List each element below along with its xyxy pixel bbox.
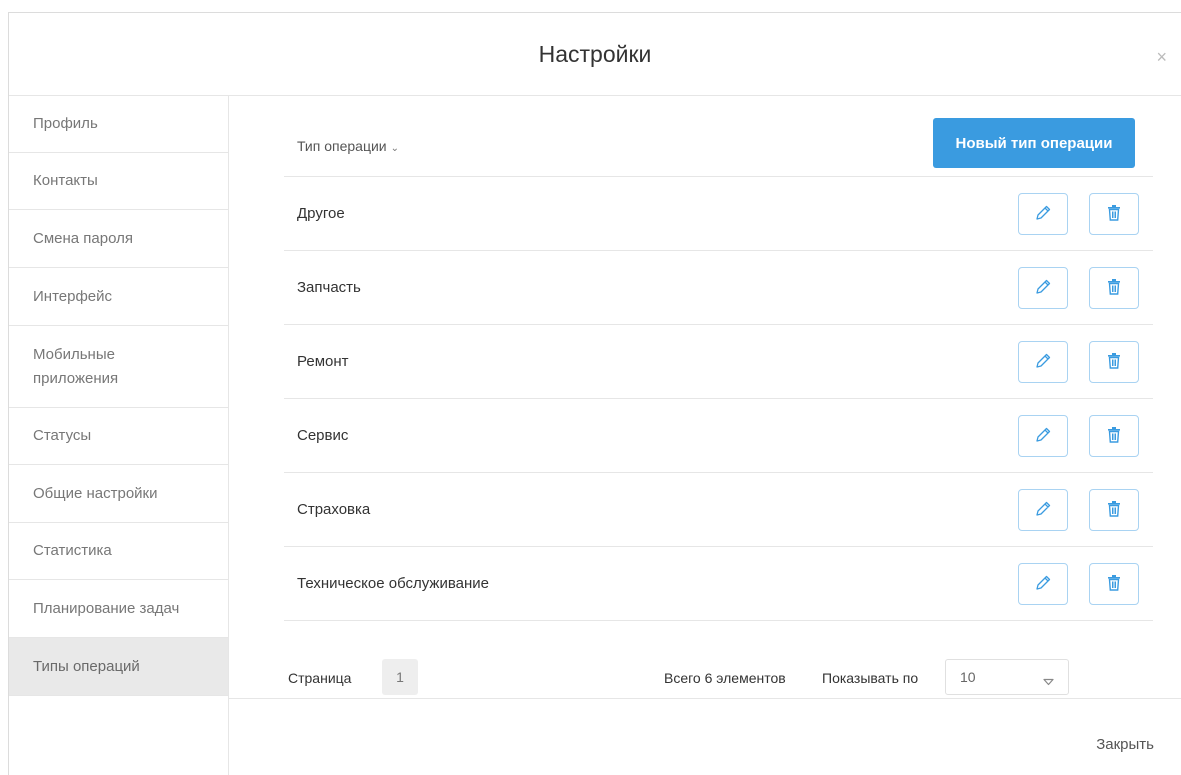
sidebar-item-task-planning[interactable]: Планирование задач <box>9 580 228 638</box>
dropdown-caret-icon <box>1043 673 1054 691</box>
sidebar-item-statuses[interactable]: Статусы <box>9 408 228 465</box>
trash-icon <box>1106 574 1122 595</box>
operation-types-list: Другое Запчасть Ремонт Сервис Страховка <box>284 177 1153 621</box>
sidebar-item-label: Мобильные приложения <box>33 345 119 387</box>
column-header-label: Тип операции <box>297 138 387 154</box>
sidebar-item-label: Контакты <box>33 172 98 189</box>
chevron-down-icon: ⌄ <box>390 143 400 154</box>
row-label: Запчасть <box>297 279 361 296</box>
per-page-select[interactable]: 10 <box>945 659 1069 695</box>
delete-button[interactable] <box>1089 563 1139 605</box>
sidebar-item-operation-types[interactable]: Типы операций <box>9 638 228 696</box>
row-label: Другое <box>297 205 345 222</box>
column-header-operation-type[interactable]: Тип операции ⌄ <box>297 138 399 154</box>
new-operation-type-button[interactable]: Новый тип операции <box>933 118 1135 168</box>
delete-button[interactable] <box>1089 489 1139 531</box>
delete-button[interactable] <box>1089 341 1139 383</box>
settings-modal: Настройки × Профиль Контакты Смена парол… <box>8 12 1181 775</box>
sidebar-item-label: Смена пароля <box>33 229 133 247</box>
trash-icon <box>1106 204 1122 225</box>
per-page-label: Показывать по <box>822 670 919 686</box>
sidebar-item-label: Типы операций <box>33 657 140 675</box>
trash-icon <box>1106 352 1122 373</box>
pagination-bar: Страница 1 Всего 6 элементов Показывать … <box>229 656 1181 699</box>
pencil-icon <box>1033 499 1053 522</box>
edit-button[interactable] <box>1018 489 1068 531</box>
table-header: Тип операции ⌄ Новый тип операции <box>284 96 1153 177</box>
pencil-icon <box>1033 277 1053 300</box>
close-icon[interactable]: × <box>1156 47 1167 68</box>
total-count: Всего 6 элементов <box>664 670 786 686</box>
edit-button[interactable] <box>1018 341 1068 383</box>
sidebar-item-label: Планирование задач <box>33 599 180 617</box>
table-row: Техническое обслуживание <box>284 547 1153 621</box>
table-row: Сервис <box>284 399 1153 473</box>
delete-button[interactable] <box>1089 415 1139 457</box>
sidebar-item-label: Статусы <box>33 427 92 444</box>
modal-title: Настройки <box>538 41 652 67</box>
table-row: Другое <box>284 177 1153 251</box>
sidebar-item-mobile-apps[interactable]: Мобильные приложения <box>9 326 228 408</box>
operation-types-panel: Тип операции ⌄ Новый тип операции Другое … <box>229 96 1181 775</box>
pencil-icon <box>1033 351 1053 374</box>
per-page-value: 10 <box>960 669 976 685</box>
table-row: Запчасть <box>284 251 1153 325</box>
sidebar-item-label: Интерфейс <box>33 287 113 305</box>
delete-button[interactable] <box>1089 267 1139 309</box>
pencil-icon <box>1033 425 1053 448</box>
row-label: Страховка <box>297 501 371 518</box>
page-number-button[interactable]: 1 <box>382 659 418 695</box>
sidebar-item-label: Статистика <box>33 542 112 559</box>
sidebar-item-label: Общие настройки <box>33 484 158 502</box>
trash-icon <box>1106 426 1122 447</box>
pencil-icon <box>1033 573 1053 596</box>
close-button[interactable]: Закрыть <box>1096 736 1154 753</box>
row-label: Техническое обслуживание <box>297 575 489 592</box>
sidebar-item-interface[interactable]: Интерфейс <box>9 268 228 326</box>
sidebar-item-statistics[interactable]: Статистика <box>9 523 228 580</box>
edit-button[interactable] <box>1018 193 1068 235</box>
sidebar-item-label: Профиль <box>33 115 98 132</box>
table-row: Страховка <box>284 473 1153 547</box>
trash-icon <box>1106 500 1122 521</box>
table-row: Ремонт <box>284 325 1153 399</box>
sidebar-item-change-password[interactable]: Смена пароля <box>9 210 228 268</box>
delete-button[interactable] <box>1089 193 1139 235</box>
pencil-icon <box>1033 203 1053 226</box>
edit-button[interactable] <box>1018 415 1068 457</box>
sidebar-item-general-settings[interactable]: Общие настройки <box>9 465 228 523</box>
modal-header: Настройки × <box>9 13 1181 96</box>
page-label: Страница <box>288 670 352 686</box>
row-label: Ремонт <box>297 353 349 370</box>
edit-button[interactable] <box>1018 563 1068 605</box>
sidebar-item-contacts[interactable]: Контакты <box>9 153 228 210</box>
row-label: Сервис <box>297 427 349 444</box>
settings-sidebar: Профиль Контакты Смена пароля Интерфейс … <box>9 96 229 775</box>
edit-button[interactable] <box>1018 267 1068 309</box>
trash-icon <box>1106 278 1122 299</box>
sidebar-item-profile[interactable]: Профиль <box>9 96 228 153</box>
